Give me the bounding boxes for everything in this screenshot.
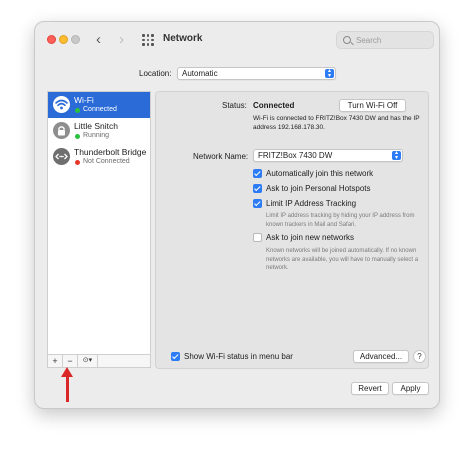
search-input[interactable]	[356, 34, 430, 47]
network-name-value: FRITZ!Box 7430 DW	[258, 151, 333, 160]
lock-icon	[53, 122, 70, 139]
network-preferences-window: ‹ › Network Location: Automatic ▴▾ Wi	[34, 21, 440, 409]
auto-join-checkbox[interactable]	[253, 169, 262, 178]
status-detail-text: Wi-Fi is connected to FRITZ!Box 7430 DW …	[253, 115, 420, 131]
service-name: Thunderbolt Bridge	[74, 147, 147, 157]
apply-button[interactable]: Apply	[392, 382, 429, 395]
show-in-menu-bar-checkbox[interactable]	[171, 352, 180, 361]
window-title: Network	[163, 33, 203, 44]
location-select[interactable]: Automatic ▴ ▾	[177, 67, 336, 80]
status-dot	[75, 133, 80, 139]
personal-hotspots-label: Ask to join Personal Hotspots	[266, 184, 371, 193]
limit-ip-tracking-hint: Limit IP address tracking by hiding your…	[266, 213, 415, 228]
network-name-select[interactable]: FRITZ!Box 7430 DW ▴ ▾	[253, 149, 403, 162]
title-bar: ‹ › Network	[35, 22, 439, 58]
thunderbolt-bridge-icon	[53, 148, 70, 165]
ask-new-networks-hint: Known networks will be joined automatica…	[266, 248, 419, 271]
service-item-little-snitch[interactable]: Little Snitch Running	[48, 118, 150, 144]
status-label: Status:	[222, 101, 247, 110]
revert-button[interactable]: Revert	[351, 382, 389, 395]
zoom-button[interactable]	[71, 35, 80, 44]
location-label: Location:	[139, 69, 172, 78]
status-dot	[75, 159, 80, 165]
service-status: Running	[83, 132, 110, 139]
location-value: Automatic	[182, 69, 218, 78]
service-status: Not Connected	[83, 158, 130, 165]
service-name: Wi-Fi	[74, 95, 94, 105]
auto-join-label: Automatically join this network	[266, 169, 374, 178]
advanced-button[interactable]: Advanced...	[353, 350, 409, 363]
detail-panel: Status: Connected Turn Wi-Fi Off Wi-Fi i…	[155, 91, 429, 369]
wifi-icon	[53, 96, 70, 113]
annotation-arrow	[66, 370, 69, 402]
status-value: Connected	[253, 101, 295, 110]
personal-hotspots-checkbox[interactable]	[253, 184, 262, 193]
service-item-wifi[interactable]: Wi-Fi Connected	[48, 92, 150, 118]
service-item-thunderbolt-bridge[interactable]: Thunderbolt Bridge Not Connected	[48, 144, 150, 170]
minimize-button[interactable]	[59, 35, 68, 44]
updown-chevron-icon: ▴ ▾	[325, 68, 334, 79]
forward-chevron-icon[interactable]: ›	[119, 32, 124, 47]
turn-wifi-off-button[interactable]: Turn Wi-Fi Off	[339, 99, 406, 112]
limit-ip-tracking-label: Limit IP Address Tracking	[266, 199, 357, 208]
help-button[interactable]: ?	[413, 350, 426, 363]
add-service-button[interactable]: +	[48, 355, 63, 367]
network-name-label: Network Name:	[193, 152, 249, 161]
back-chevron-icon[interactable]: ‹	[96, 32, 101, 47]
show-all-grid-icon[interactable]	[142, 34, 154, 46]
remove-service-button[interactable]: −	[63, 355, 78, 367]
status-dot	[75, 107, 80, 113]
updown-chevron-icon: ▴ ▾	[392, 150, 401, 161]
service-name: Little Snitch	[74, 121, 118, 131]
close-button[interactable]	[47, 35, 56, 44]
service-status: Connected	[83, 106, 117, 113]
search-field[interactable]	[336, 31, 434, 49]
search-icon	[343, 36, 351, 44]
service-list: Wi-Fi Connected Little Snitch Running Th…	[47, 91, 151, 355]
limit-ip-tracking-checkbox[interactable]	[253, 199, 262, 208]
action-menu-button[interactable]: ⊙▾	[78, 355, 98, 367]
show-in-menu-bar-label: Show Wi-Fi status in menu bar	[184, 352, 293, 361]
ask-new-networks-label: Ask to join new networks	[266, 233, 355, 242]
ask-new-networks-checkbox[interactable]	[253, 233, 262, 242]
